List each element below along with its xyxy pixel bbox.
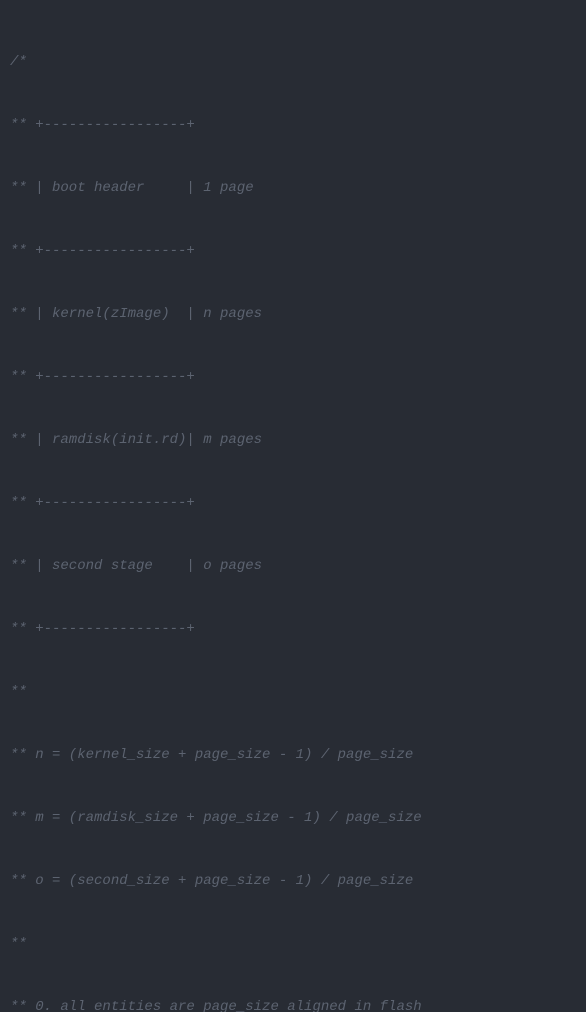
code-comment-block: /* ** +-----------------+ ** | boot head… <box>10 10 576 1012</box>
code-line: ** n = (kernel_size + page_size - 1) / p… <box>10 745 576 766</box>
code-line: ** +-----------------+ <box>10 241 576 262</box>
code-line: ** <box>10 682 576 703</box>
code-line: /* <box>10 52 576 73</box>
code-line: ** | boot header | 1 page <box>10 178 576 199</box>
code-line: ** m = (ramdisk_size + page_size - 1) / … <box>10 808 576 829</box>
code-line: ** o = (second_size + page_size - 1) / p… <box>10 871 576 892</box>
code-line: ** | ramdisk(init.rd)| m pages <box>10 430 576 451</box>
code-line: ** <box>10 934 576 955</box>
code-line: ** +-----------------+ <box>10 115 576 136</box>
code-line: ** +-----------------+ <box>10 367 576 388</box>
code-line: ** 0. all entities are page_size aligned… <box>10 997 576 1012</box>
code-line: ** +-----------------+ <box>10 493 576 514</box>
code-line: ** | kernel(zImage) | n pages <box>10 304 576 325</box>
code-line: ** | second stage | o pages <box>10 556 576 577</box>
code-line: ** +-----------------+ <box>10 619 576 640</box>
